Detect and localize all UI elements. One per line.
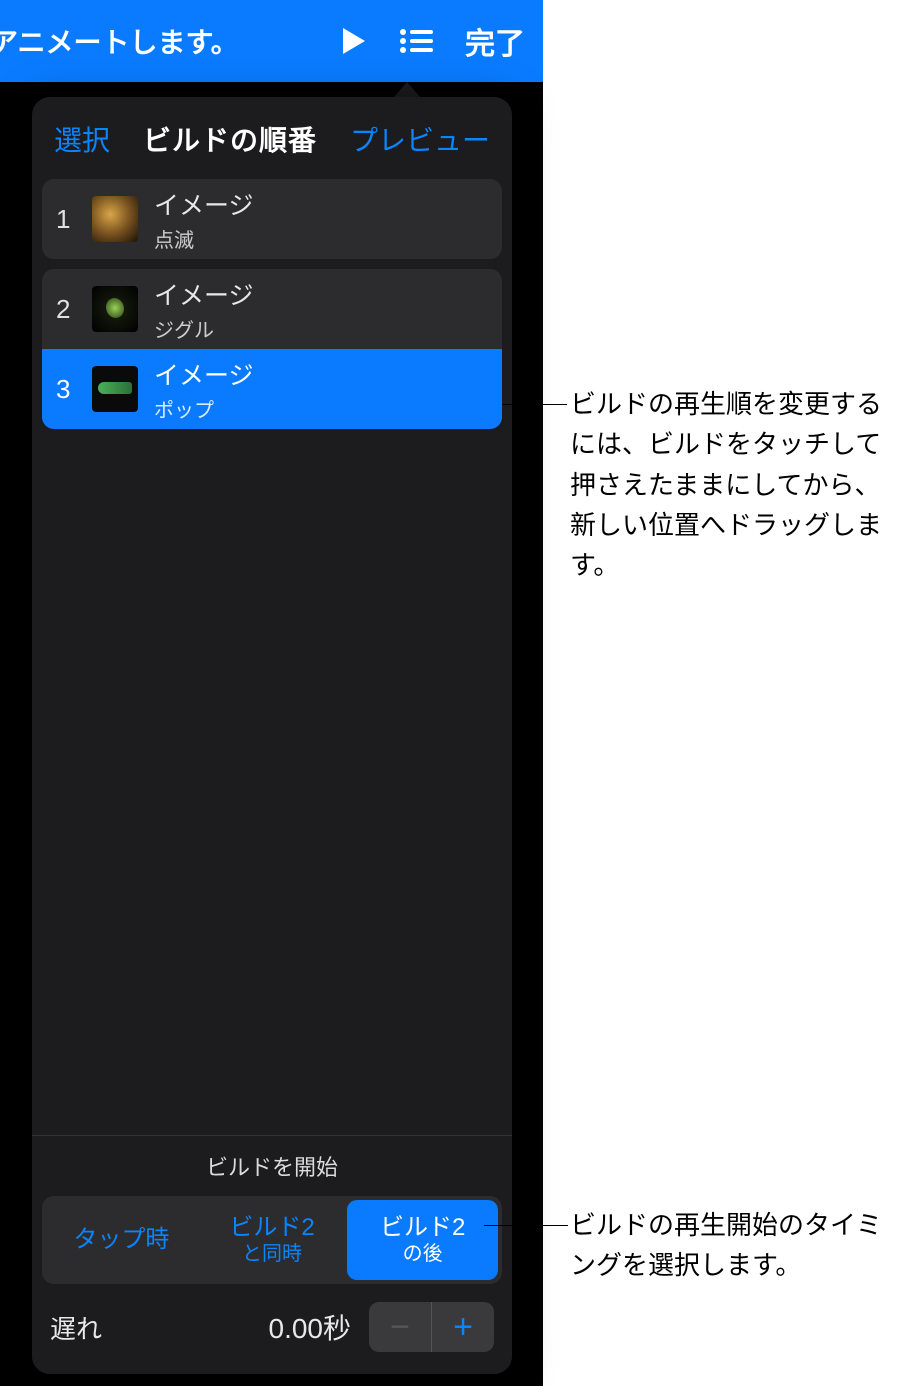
- build-effect: ポップ: [154, 394, 254, 423]
- seg-sublabel: の後: [403, 1242, 443, 1266]
- build-effect: 点滅: [154, 224, 254, 253]
- callout-reorder: ビルドの再生順を変更するには、ビルドをタッチして押さえたままにしてから、新しい位…: [570, 384, 900, 585]
- build-item[interactable]: 1 イメージ 点滅: [42, 179, 502, 259]
- build-list: 1 イメージ 点滅 2 イメージ ジグル 3 イメージ: [32, 179, 512, 439]
- toolbar-title: アニメートします。: [0, 21, 341, 61]
- build-text: イメージ ポップ: [154, 356, 254, 423]
- callout-line: [503, 404, 567, 405]
- delay-stepper: − +: [369, 1302, 494, 1352]
- build-item[interactable]: 2 イメージ ジグル: [42, 269, 502, 349]
- callout-timing: ビルドの再生開始のタイミングを選択します。: [570, 1205, 900, 1286]
- build-name: イメージ: [154, 356, 254, 392]
- seg-label: ビルド2: [229, 1214, 314, 1243]
- seg-label: タップ時: [73, 1226, 169, 1255]
- callout-line: [484, 1225, 568, 1226]
- build-text: イメージ ジグル: [154, 276, 254, 343]
- list-icon[interactable]: [399, 28, 433, 54]
- seg-sublabel: と同時: [242, 1242, 302, 1266]
- build-thumbnail: [92, 286, 138, 332]
- start-option-with-build[interactable]: ビルド2 と同時: [197, 1200, 348, 1280]
- preview-button[interactable]: プレビュー: [350, 119, 490, 159]
- start-option-on-tap[interactable]: タップ時: [46, 1200, 197, 1280]
- done-button[interactable]: 完了: [465, 19, 525, 63]
- popover-title: ビルドの順番: [110, 119, 350, 159]
- build-number: 2: [56, 294, 84, 325]
- toolbar: アニメートします。 完了: [0, 0, 543, 82]
- popover-header: 選択 ビルドの順番 プレビュー: [32, 97, 512, 179]
- build-name: イメージ: [154, 186, 254, 222]
- delay-value: 0.00秒: [102, 1307, 369, 1347]
- select-button[interactable]: 選択: [54, 119, 110, 159]
- build-start-section: ビルドを開始 タップ時 ビルド2 と同時 ビルド2 の後 遅れ 0.00秒 −: [32, 1135, 512, 1374]
- build-name: イメージ: [154, 276, 254, 312]
- start-label: ビルドを開始: [42, 1150, 502, 1182]
- build-effect: ジグル: [154, 314, 254, 343]
- delay-row: 遅れ 0.00秒 − +: [42, 1284, 502, 1358]
- build-order-popover: 選択 ビルドの順番 プレビュー 1 イメージ 点滅 2 イメージ ジグル: [32, 97, 512, 1374]
- build-thumbnail: [92, 196, 138, 242]
- start-option-after-build[interactable]: ビルド2 の後: [347, 1200, 498, 1280]
- stepper-decrement[interactable]: −: [369, 1302, 431, 1352]
- build-text: イメージ 点滅: [154, 186, 254, 253]
- build-thumbnail: [92, 366, 138, 412]
- build-number: 1: [56, 204, 84, 235]
- delay-label: 遅れ: [50, 1309, 102, 1346]
- popover-pointer: [393, 82, 421, 98]
- build-item-selected[interactable]: 3 イメージ ポップ: [42, 349, 502, 429]
- toolbar-actions: 完了: [341, 19, 525, 63]
- stepper-increment[interactable]: +: [432, 1302, 494, 1352]
- build-number: 3: [56, 374, 84, 405]
- seg-label: ビルド2: [380, 1214, 465, 1243]
- start-segmented-control: タップ時 ビルド2 と同時 ビルド2 の後: [42, 1196, 502, 1284]
- play-icon[interactable]: [341, 26, 367, 56]
